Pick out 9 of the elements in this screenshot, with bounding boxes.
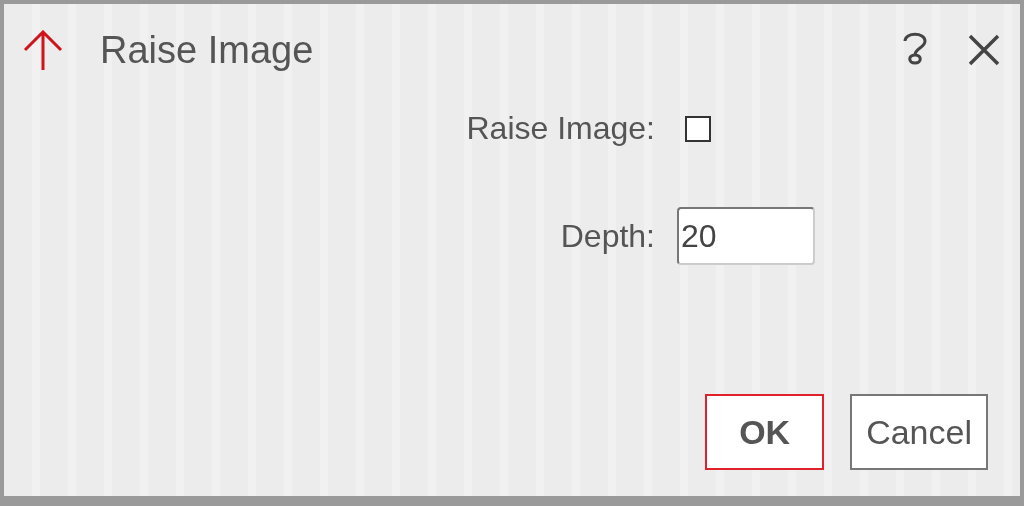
field-label: Raise Image:	[466, 110, 655, 147]
cancel-button[interactable]: Cancel	[850, 394, 988, 470]
field-label: Depth:	[560, 217, 655, 255]
dialog-title: Raise Image	[100, 28, 315, 72]
up-arrow-icon	[22, 30, 64, 70]
checkbox[interactable]	[685, 115, 711, 142]
ok-button[interactable]: OK	[705, 394, 825, 470]
close-icon[interactable]	[968, 34, 1000, 66]
depth-input[interactable]: 20	[677, 207, 815, 265]
